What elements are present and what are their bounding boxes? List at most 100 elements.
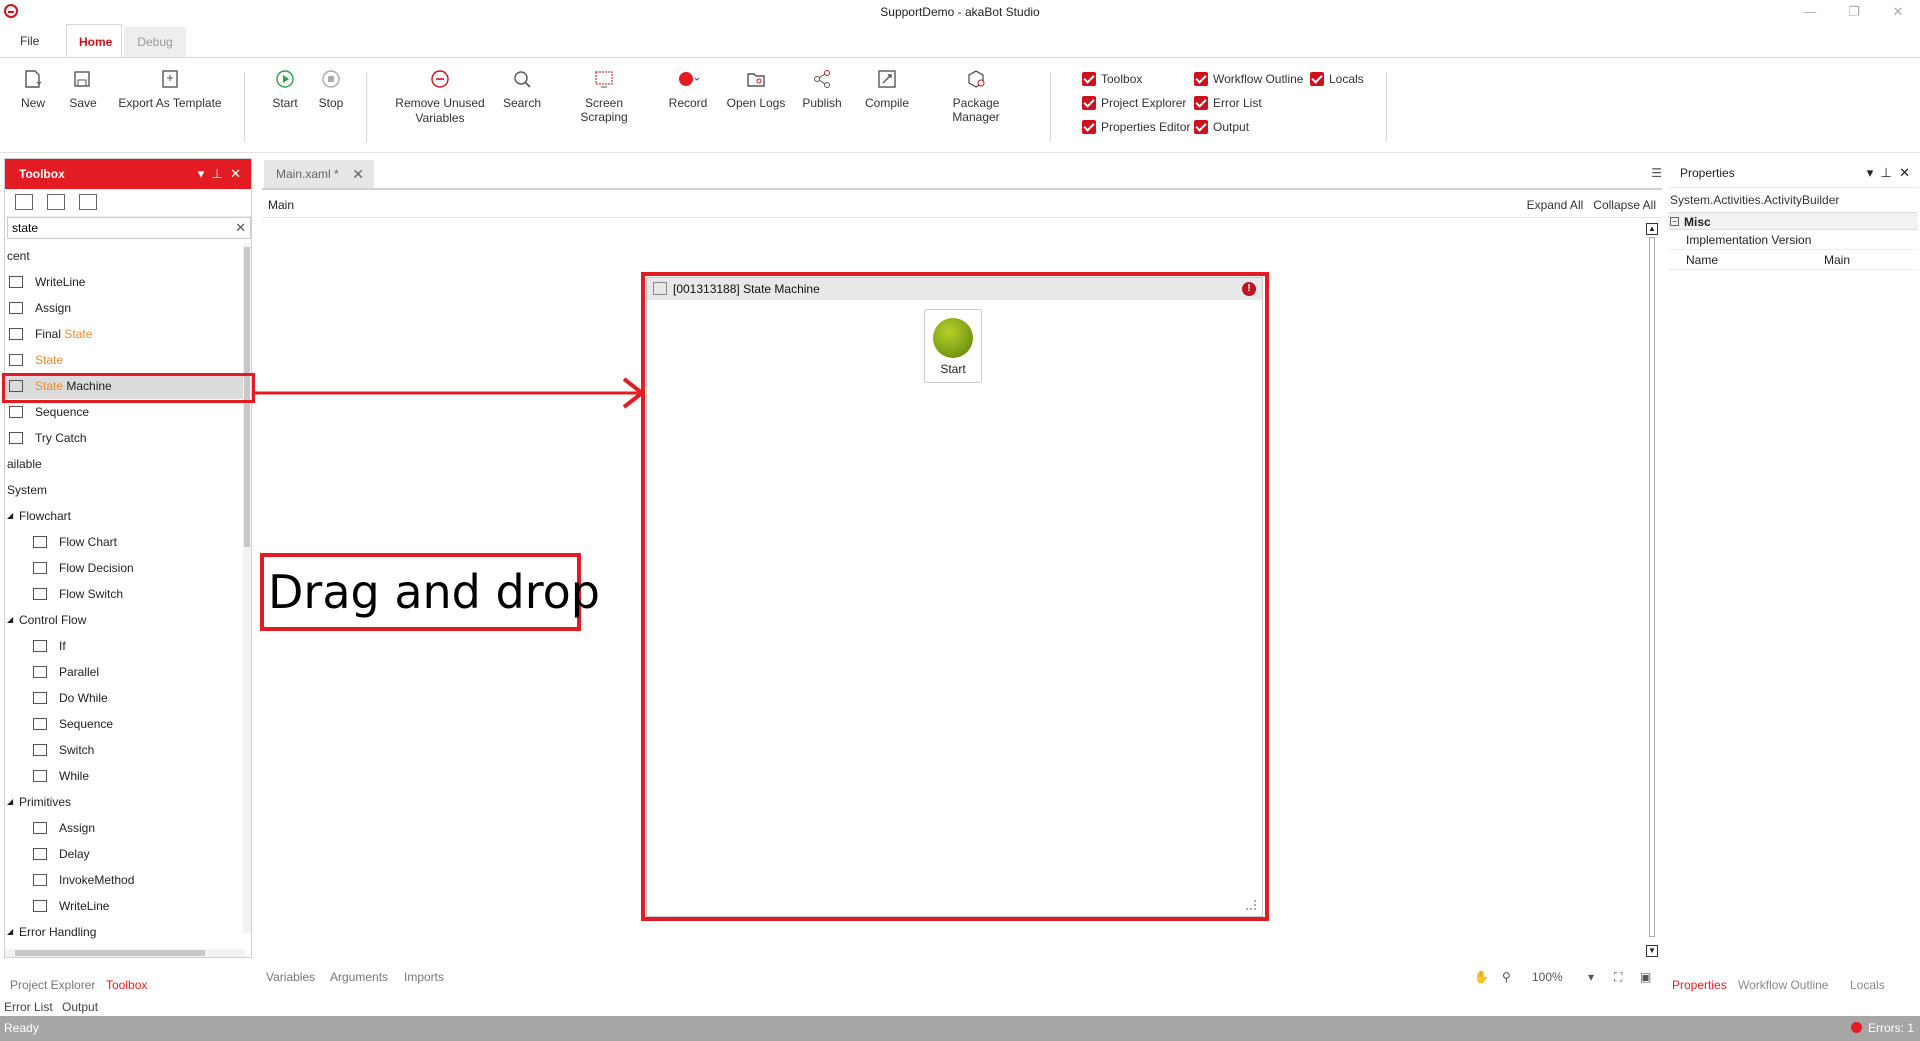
scroll-thumb[interactable] [15, 950, 205, 956]
breadcrumb[interactable]: Main [268, 198, 294, 212]
scroll-track[interactable] [1649, 237, 1655, 937]
toolbox-category-system[interactable]: System [5, 477, 249, 503]
screen-scraping-button[interactable]: Screen Scraping [560, 68, 648, 124]
property-row[interactable]: Implementation Version [1668, 230, 1918, 250]
properties-editor-checkbox[interactable]: Properties Editor [1082, 120, 1190, 134]
canvas-scrollbar[interactable]: ▲ ▼ [1644, 219, 1660, 961]
toolbox-item[interactable]: InvokeMethod [5, 867, 249, 893]
zoom-dropdown-icon[interactable]: ▾ [1588, 970, 1594, 984]
close-button[interactable]: ✕ [1876, 2, 1920, 22]
pin-icon[interactable]: ⊥ [212, 166, 223, 181]
error-list-checkbox[interactable]: Error List [1194, 96, 1262, 110]
error-icon[interactable]: ! [1242, 282, 1256, 296]
expand-all-icon[interactable] [15, 194, 33, 210]
state-machine-header[interactable]: [001313188] State Machine ! [647, 278, 1262, 300]
open-logs-button[interactable]: Open Logs [726, 68, 786, 110]
toolbox-item[interactable]: Flow Switch [5, 581, 249, 607]
dropdown-icon[interactable]: ▾ [1867, 165, 1874, 180]
new-button[interactable]: New [18, 68, 48, 110]
toolbox-item[interactable]: Flow Chart [5, 529, 249, 555]
collapse-category-icon[interactable]: − [1670, 217, 1679, 226]
tab-variables[interactable]: Variables [266, 970, 315, 984]
toolbox-item[interactable]: Try Catch [5, 425, 249, 451]
toolbox-group[interactable]: ◢ Flowchart [5, 503, 249, 529]
toolbox-item[interactable]: Assign [5, 295, 249, 321]
tab-overflow-icon[interactable]: ☰ [1651, 166, 1662, 180]
toolbox-item[interactable]: Delay [5, 841, 249, 867]
workflow-outline-checkbox[interactable]: Workflow Outline [1194, 72, 1303, 86]
toolbox-group[interactable]: ◢ Primitives [5, 789, 249, 815]
toolbox-item[interactable]: WriteLine [5, 269, 249, 295]
property-value[interactable]: Main [1824, 250, 1850, 270]
package-manager-button[interactable]: Package Manager [928, 68, 1024, 124]
dropdown-icon[interactable]: ▾ [198, 166, 205, 181]
save-button[interactable]: Save [68, 68, 98, 110]
toolbox-category-available[interactable]: ailable [5, 451, 249, 477]
toolbox-checkbox[interactable]: Toolbox [1082, 72, 1142, 86]
tab-toolbox[interactable]: Toolbox [106, 978, 147, 992]
publish-button[interactable]: Publish [800, 68, 844, 110]
zoom-icon[interactable]: ⚲ [1502, 970, 1511, 984]
tab-file[interactable]: File [8, 24, 51, 58]
tab-debug[interactable]: Debug [124, 27, 186, 57]
remove-unused-variables-button[interactable]: Remove Unused Variables [392, 68, 488, 126]
toolbox-item[interactable]: WriteLine [5, 893, 249, 919]
tab-properties[interactable]: Properties [1672, 978, 1727, 992]
toolbox-horizontal-scrollbar[interactable] [5, 949, 245, 957]
start-node[interactable]: Start [924, 309, 982, 383]
close-panel-icon[interactable]: ✕ [1899, 165, 1910, 180]
clear-search-icon[interactable]: ✕ [235, 220, 246, 236]
scroll-down-arrow[interactable]: ▼ [1646, 945, 1658, 957]
tab-output[interactable]: Output [62, 1000, 98, 1014]
collapse-all-icon[interactable] [47, 194, 65, 210]
toolbox-item[interactable]: Do While [5, 685, 249, 711]
toolbox-item[interactable]: State [5, 347, 249, 373]
tab-workflow-outline[interactable]: Workflow Outline [1738, 978, 1828, 992]
toolbox-group[interactable]: ◢ Error Handling [5, 919, 249, 945]
close-panel-icon[interactable]: ✕ [230, 166, 241, 181]
search-button[interactable]: Search [502, 68, 542, 110]
output-checkbox[interactable]: Output [1194, 120, 1249, 134]
toolbox-item[interactable]: Sequence [5, 711, 249, 737]
properties-category[interactable]: − Misc [1668, 212, 1918, 230]
pin-icon[interactable]: ⊥ [1881, 165, 1892, 180]
export-template-button[interactable]: Export As Template [116, 68, 224, 110]
toolbox-item[interactable]: Assign [5, 815, 249, 841]
toolbox-scrollbar[interactable] [243, 243, 251, 933]
toolbox-category-recent[interactable]: cent [5, 243, 249, 269]
close-tab-icon[interactable]: ✕ [352, 160, 364, 188]
start-button[interactable]: Start [268, 68, 302, 110]
zoom-level[interactable]: 100% [1532, 970, 1563, 984]
toolbox-item[interactable]: Final State [5, 321, 249, 347]
scroll-up-arrow[interactable]: ▲ [1646, 223, 1658, 235]
record-button[interactable]: Record [666, 68, 710, 110]
property-row[interactable]: Name Main [1668, 250, 1918, 270]
tab-locals[interactable]: Locals [1850, 978, 1885, 992]
resize-grip-icon[interactable] [1246, 900, 1256, 910]
toolbox-search-input[interactable] [8, 218, 228, 238]
tab-home[interactable]: Home [66, 24, 122, 59]
toolbox-item[interactable]: Parallel [5, 659, 249, 685]
toolbox-item[interactable]: Flow Decision [5, 555, 249, 581]
locals-checkbox[interactable]: Locals [1310, 72, 1364, 86]
restore-button[interactable]: ❐ [1832, 2, 1876, 22]
overview-map-icon[interactable]: ▣ [1640, 970, 1651, 984]
toolbox-item[interactable]: While [5, 763, 249, 789]
project-explorer-checkbox[interactable]: Project Explorer [1082, 96, 1186, 110]
tab-arguments[interactable]: Arguments [330, 970, 388, 984]
stop-button[interactable]: Stop [314, 68, 348, 110]
expand-all-link[interactable]: Expand All [1527, 198, 1584, 212]
pan-hand-icon[interactable]: ✋ [1474, 970, 1489, 984]
compile-button[interactable]: Compile [862, 68, 912, 110]
error-count[interactable]: Errors: 1 [1850, 1016, 1914, 1041]
collapse-all-link[interactable]: Collapse All [1593, 198, 1656, 212]
tab-main-xaml[interactable]: Main.xaml * ✕ [264, 160, 374, 188]
toolbox-item[interactable]: Switch [5, 737, 249, 763]
list-view-icon[interactable] [79, 194, 97, 210]
toolbox-item[interactable]: If [5, 633, 249, 659]
tab-imports[interactable]: Imports [404, 970, 444, 984]
tab-error-list[interactable]: Error List [4, 1000, 53, 1014]
fit-to-screen-icon[interactable]: ⛶ [1614, 970, 1622, 985]
toolbox-group[interactable]: ◢ Control Flow [5, 607, 249, 633]
minimize-button[interactable]: — [1788, 2, 1832, 22]
